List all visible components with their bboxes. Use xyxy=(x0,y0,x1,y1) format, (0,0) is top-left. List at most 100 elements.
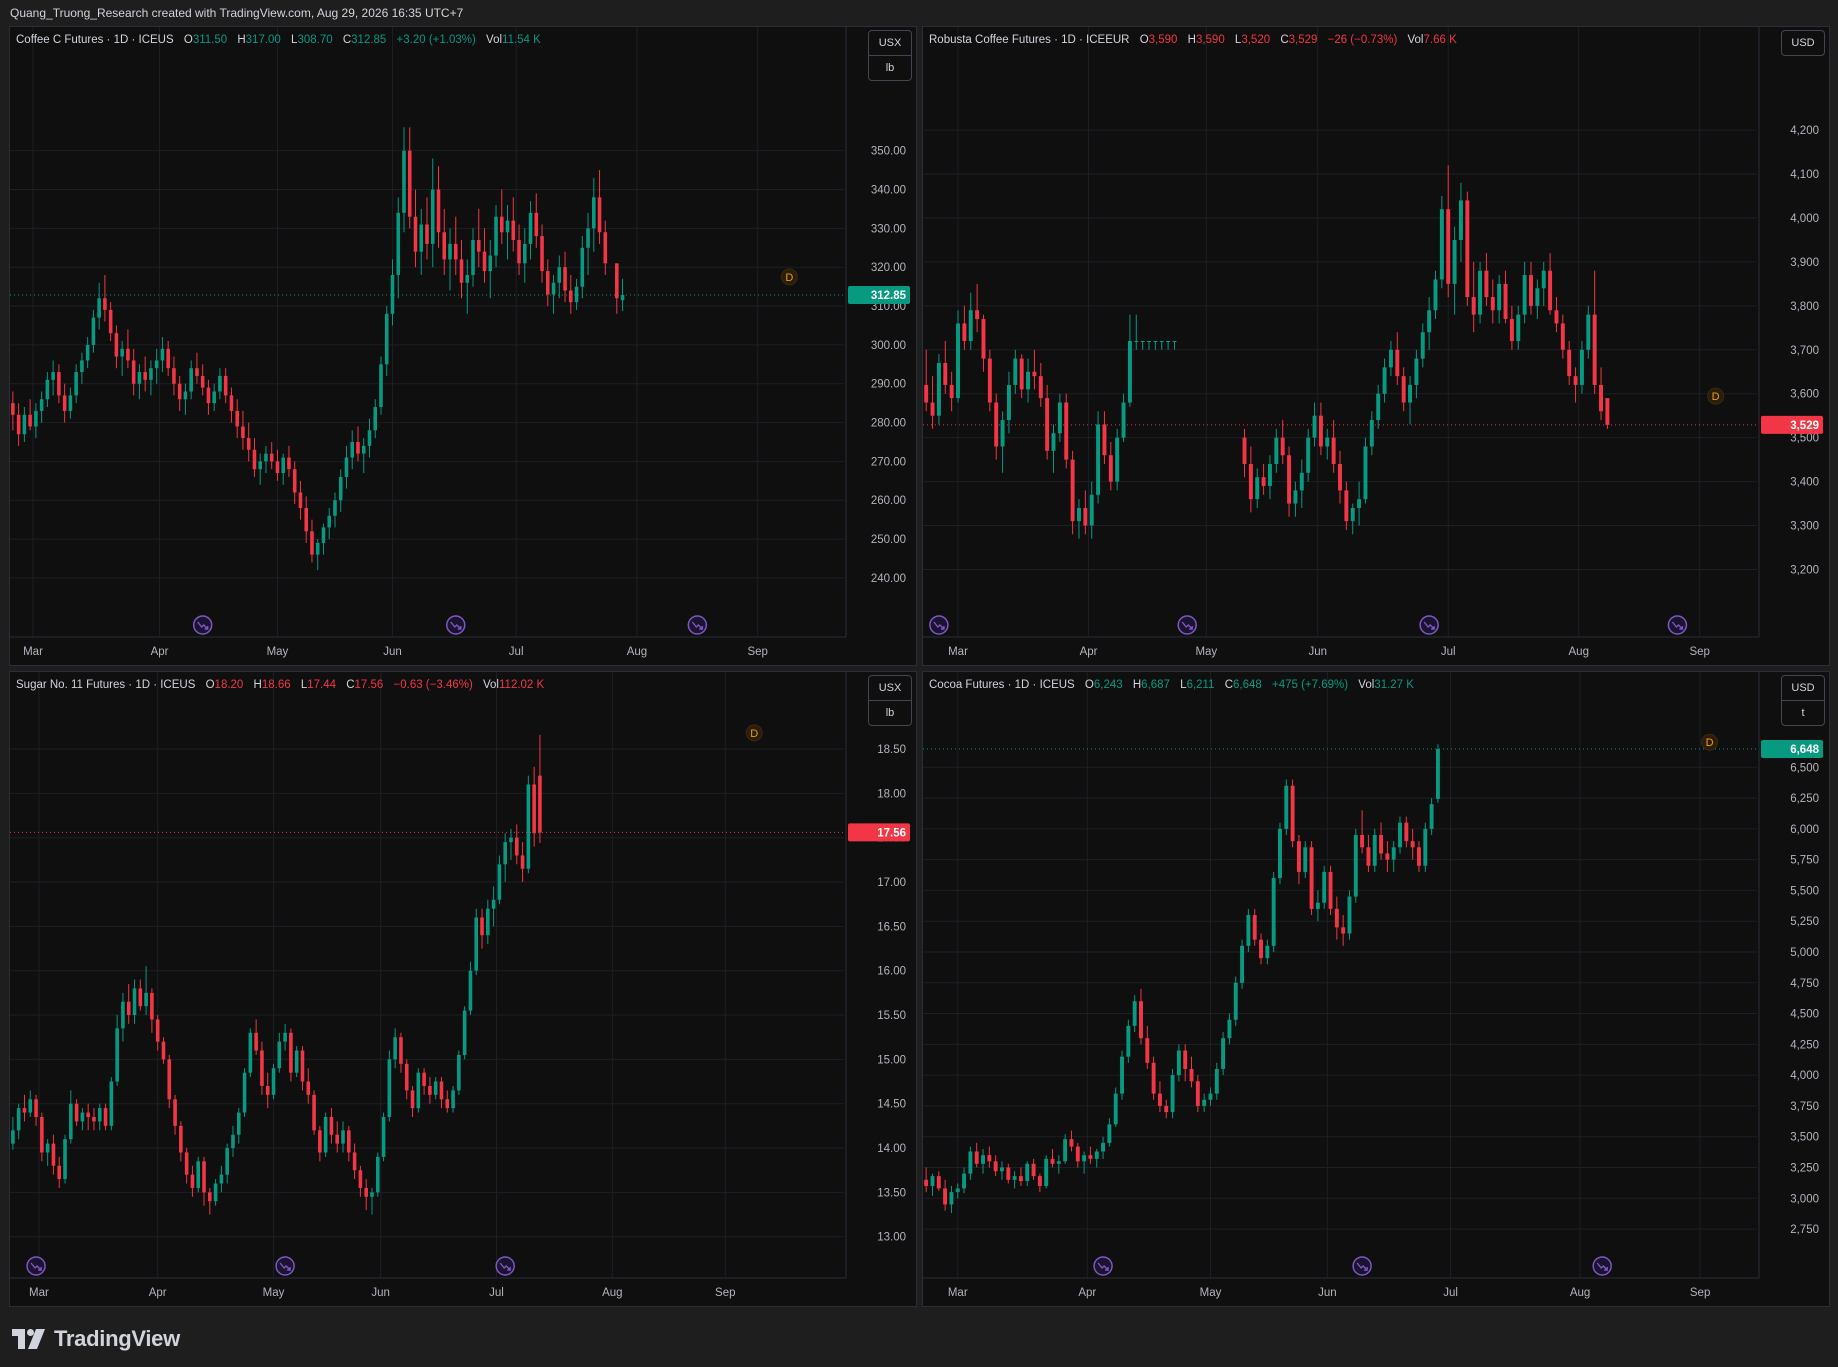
candle xyxy=(333,492,337,528)
dividend-marker[interactable]: D xyxy=(1707,387,1725,405)
arrow-circle-icon[interactable] xyxy=(1667,615,1688,635)
candle xyxy=(1018,1167,1023,1186)
candle xyxy=(1404,816,1409,848)
price-axis[interactable]: 3,200 3,300 3,400 3,500 3,600 3,700 3,800 3,900… xyxy=(1790,125,1819,576)
arrow-circle-icon[interactable] xyxy=(1177,615,1197,635)
arrow-circle-icon[interactable] xyxy=(275,1256,295,1276)
candle xyxy=(1183,1044,1188,1082)
arrow-circle-icon[interactable] xyxy=(495,1256,515,1276)
candle xyxy=(1121,393,1126,443)
candle-body xyxy=(557,267,562,283)
candle xyxy=(1170,1068,1175,1119)
candlestick-chart[interactable]: 240.00 250.00 260.00 270.00 280.00 290.00 300.… xyxy=(10,27,916,665)
y-tick-label: 290.00 xyxy=(871,379,906,391)
candle-body xyxy=(1248,464,1253,500)
candle-body xyxy=(387,1059,392,1117)
candle-body xyxy=(1113,1093,1118,1125)
candle xyxy=(103,1103,108,1131)
candle-body xyxy=(1554,310,1559,324)
chart-panel-robusta[interactable]: 3,200 3,300 3,400 3,500 3,600 3,700 3,800 3,900… xyxy=(922,26,1830,666)
candle xyxy=(448,228,452,291)
candle-body xyxy=(321,527,326,543)
time-axis[interactable]: Mar Apr May Jun Jul Aug Sep xyxy=(948,646,1710,658)
currency-unit-button[interactable]: USD xyxy=(1781,30,1825,56)
candle xyxy=(1159,341,1164,350)
candle xyxy=(1465,191,1470,306)
arrow-circle-icon[interactable] xyxy=(1419,615,1439,635)
candle xyxy=(1484,253,1489,306)
candle xyxy=(318,1125,322,1162)
arrow-circle-icon[interactable] xyxy=(26,1256,46,1276)
candle xyxy=(271,1063,276,1100)
candle-body xyxy=(350,441,355,458)
candle-body xyxy=(132,988,137,1016)
arrow-circle-icon[interactable] xyxy=(1352,1256,1372,1276)
candlestick-chart[interactable]: 13.00 13.50 14.00 14.50 15.00 15.50 16.00 16.50… xyxy=(10,672,916,1306)
candle-body xyxy=(1094,1151,1099,1159)
price-axis[interactable]: 240.00 250.00 260.00 270.00 280.00 290.00 300.… xyxy=(871,146,906,585)
candle xyxy=(196,1156,201,1193)
currency-unit-button[interactable]: USD t xyxy=(1781,675,1825,726)
candle xyxy=(40,1112,44,1162)
tradingview-logo[interactable]: TradingView xyxy=(12,1326,180,1352)
candle xyxy=(1471,261,1476,333)
candle xyxy=(1077,499,1081,539)
event-icon-circle xyxy=(687,615,708,635)
candle xyxy=(179,1121,183,1162)
candle-body xyxy=(1372,834,1377,866)
dividend-marker[interactable]: D xyxy=(1701,733,1719,751)
y-tick-label: 3,500 xyxy=(1790,1132,1819,1144)
event-icon-circle xyxy=(1592,1256,1612,1276)
chart-panel-sugar[interactable]: 13.00 13.50 14.00 14.50 15.00 15.50 16.00 16.50… xyxy=(9,671,917,1307)
time-axis[interactable]: Mar Apr May Jun Jul Aug Sep xyxy=(29,1287,735,1299)
candle xyxy=(1328,865,1333,916)
candle xyxy=(137,364,142,400)
candle-body xyxy=(448,243,452,260)
candle xyxy=(375,1152,380,1197)
candlestick-chart[interactable]: 2,750 3,000 3,250 3,500 3,750 4,000 4,250 4,500… xyxy=(923,672,1829,1306)
arrow-circle-icon[interactable] xyxy=(687,615,708,635)
candle-body xyxy=(1166,341,1171,342)
y-tick-label: 5,000 xyxy=(1790,947,1819,959)
candle-body xyxy=(482,251,487,272)
candle xyxy=(1284,779,1289,835)
candle-body xyxy=(1452,239,1457,284)
currency-unit-button[interactable]: USX lb xyxy=(868,30,912,81)
dividend-marker[interactable]: D xyxy=(745,724,763,742)
candlestick-chart[interactable]: 3,200 3,300 3,400 3,500 3,600 3,700 3,800 3,900… xyxy=(923,27,1829,665)
price-axis[interactable]: 13.00 13.50 14.00 14.50 15.00 15.50 16.00 16.50… xyxy=(877,744,906,1244)
candle-body xyxy=(459,259,464,283)
candle xyxy=(213,1179,218,1206)
candle-body xyxy=(465,274,470,283)
candle-body xyxy=(91,317,96,345)
candle-body xyxy=(229,395,234,411)
candle-body xyxy=(189,368,193,392)
y-tick-label: 4,200 xyxy=(1790,125,1819,137)
chart-panel-cocoa[interactable]: 2,750 3,000 3,250 3,500 3,750 4,000 4,250 4,500… xyxy=(922,671,1830,1307)
dividend-marker[interactable]: D xyxy=(780,268,798,286)
arrow-circle-icon[interactable] xyxy=(192,615,213,635)
candle xyxy=(930,1173,935,1196)
candle xyxy=(381,1112,386,1162)
arrow-circle-icon[interactable] xyxy=(929,615,949,635)
chart-panel-coffee[interactable]: 240.00 250.00 260.00 270.00 280.00 290.00 300.… xyxy=(9,26,917,666)
candle-body xyxy=(949,384,954,399)
candle xyxy=(45,372,50,408)
candle xyxy=(160,337,165,373)
arrow-circle-icon[interactable] xyxy=(1592,1256,1612,1276)
candle-body xyxy=(92,1117,96,1122)
candle-body xyxy=(462,1010,467,1055)
price-axis[interactable]: 2,750 3,000 3,250 3,500 3,750 4,000 4,250 4,500… xyxy=(1790,762,1819,1236)
arrow-circle-icon[interactable] xyxy=(446,615,466,635)
candle-body xyxy=(265,1085,270,1095)
time-axis[interactable]: Mar Apr May Jun Jul Aug Sep xyxy=(948,1287,1711,1299)
candle xyxy=(949,371,954,412)
time-axis[interactable]: Mar Apr May Jun Jul Aug Sep xyxy=(23,646,768,658)
candle xyxy=(486,899,490,945)
arrow-circle-icon[interactable] xyxy=(1093,1256,1113,1276)
candle xyxy=(11,391,15,431)
candle xyxy=(949,1185,954,1214)
y-tick-label: 4,500 xyxy=(1790,1009,1819,1021)
candle xyxy=(1372,828,1377,872)
currency-unit-button[interactable]: USX lb xyxy=(868,675,912,726)
